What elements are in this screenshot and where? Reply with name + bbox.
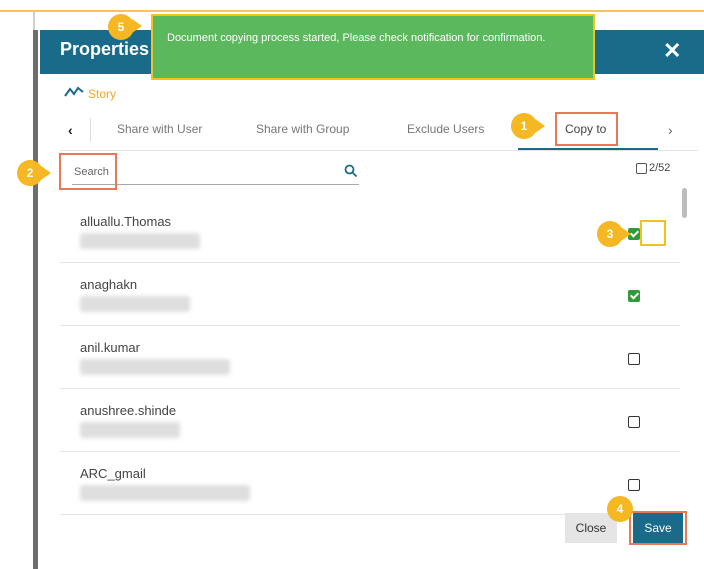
redacted-email — [80, 296, 190, 312]
redacted-email — [80, 485, 250, 501]
line-chart-icon — [64, 86, 84, 97]
user-list: alluallu.Thomas anaghakn anil.kumar anus… — [60, 200, 680, 520]
top-accent-line — [0, 10, 704, 12]
tab-exclude-users[interactable]: Exclude Users — [407, 122, 484, 136]
save-highlight — [629, 511, 687, 545]
callout-badge: 3 — [597, 221, 623, 247]
tab-share-with-user[interactable]: Share with User — [117, 122, 202, 136]
selection-count: 2/52 — [649, 162, 671, 174]
user-name: anil.kumar — [80, 340, 140, 355]
tab-scroll-left-button[interactable]: ‹ — [68, 122, 73, 138]
search-highlight — [59, 153, 117, 190]
user-checkbox[interactable] — [628, 290, 640, 302]
callout-pointer — [132, 19, 142, 33]
dialog-title: Properties — [60, 39, 150, 59]
callout-badge: 2 — [17, 160, 43, 186]
user-checkbox[interactable] — [628, 416, 640, 428]
properties-dialog: Properties ✕ Story ‹ Share with User Sha… — [40, 30, 704, 569]
background-rail — [33, 30, 38, 569]
toast-notification: Document copying process started, Please… — [153, 16, 593, 78]
redacted-email — [80, 359, 230, 375]
tab-scroll-right-button[interactable]: › — [668, 122, 673, 138]
callout-pointer — [621, 227, 631, 241]
list-item: anaghakn — [60, 263, 680, 326]
checkbox-highlight — [640, 220, 666, 246]
scrollbar-thumb[interactable] — [682, 188, 687, 218]
user-name: anaghakn — [80, 277, 138, 292]
user-name: anushree.shinde — [80, 403, 177, 418]
callout-badge: 1 — [511, 113, 537, 139]
user-checkbox[interactable] — [628, 479, 640, 491]
close-icon[interactable]: ✕ — [663, 40, 681, 62]
user-name: ARC_gmail — [80, 466, 146, 481]
background-rail — [33, 12, 35, 32]
list-item: anushree.shinde — [60, 389, 680, 452]
callout-badge: 4 — [607, 496, 633, 522]
user-checkbox[interactable] — [628, 353, 640, 365]
redacted-email — [80, 422, 180, 438]
callout-pointer — [41, 166, 51, 180]
tabs-underline — [60, 150, 698, 151]
list-item: alluallu.Thomas — [60, 200, 680, 263]
tab-share-with-group[interactable]: Share with Group — [256, 122, 349, 136]
scrollbar[interactable] — [682, 188, 687, 528]
search-icon[interactable] — [344, 164, 358, 178]
callout-badge: 5 — [108, 14, 134, 40]
tab-divider — [90, 118, 91, 142]
callout-pointer — [535, 119, 545, 133]
list-item: ARC_gmail — [60, 452, 680, 515]
story-label: Story — [88, 87, 117, 101]
user-name: alluallu.Thomas — [80, 214, 172, 229]
redacted-email — [80, 233, 200, 249]
list-item: anil.kumar — [60, 326, 680, 389]
select-all-checkbox[interactable] — [636, 163, 647, 174]
copy-to-highlight — [555, 112, 618, 146]
active-tab-indicator — [518, 148, 658, 150]
